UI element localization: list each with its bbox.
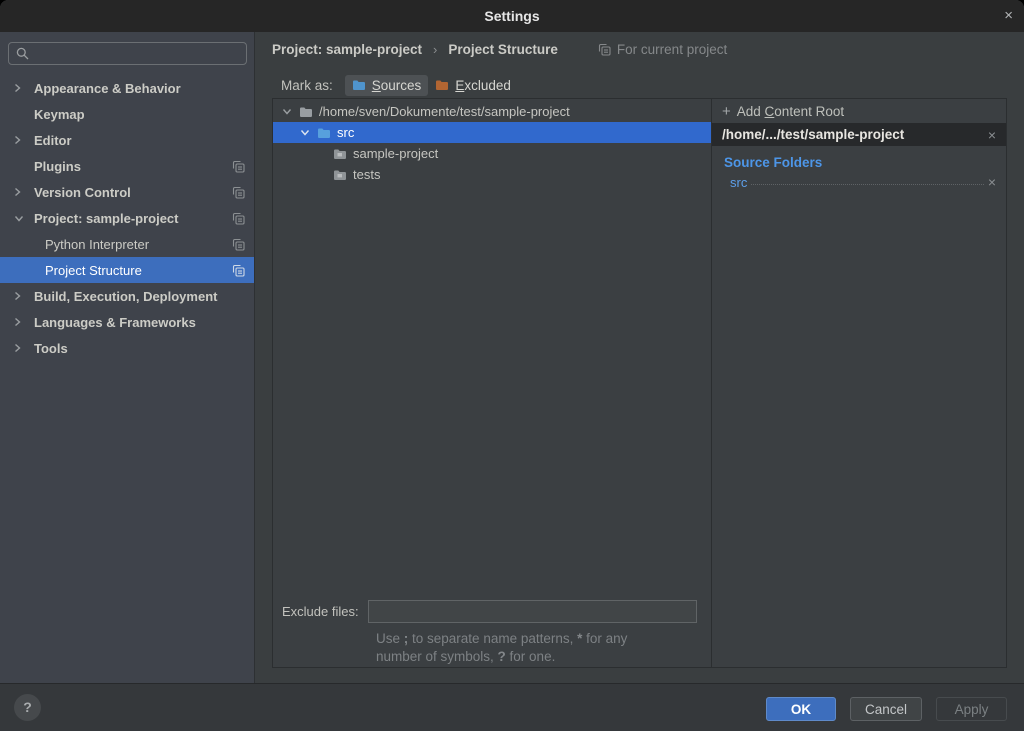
chevron-right-icon[interactable]	[13, 82, 34, 94]
footer-buttons: OK Cancel Apply	[766, 697, 1007, 721]
excluded-folder-icon	[435, 79, 449, 91]
scope-label: For current project	[617, 42, 727, 57]
mark-sources-button[interactable]: Sources	[345, 75, 429, 96]
search-input[interactable]	[35, 45, 239, 62]
current-project-icon	[232, 264, 245, 277]
tree-row-label: /home/sven/Dokumente/test/sample-project	[319, 104, 570, 119]
content-root-path: /home/.../test/sample-project	[722, 127, 904, 142]
breadcrumb-page: Project Structure	[448, 42, 558, 57]
exclude-files-label: Exclude files:	[282, 604, 359, 619]
current-project-icon	[232, 238, 245, 251]
tree-row-label: tests	[353, 167, 380, 182]
chevron-down-icon[interactable]	[13, 214, 34, 223]
apply-button[interactable]: Apply	[936, 697, 1007, 721]
sidebar-item-label: Build, Execution, Deployment	[34, 289, 217, 304]
sidebar-item-tools[interactable]: Tools	[0, 335, 254, 361]
search-icon	[16, 47, 29, 60]
folder-icon	[333, 169, 347, 181]
sidebar-item-project-sample-project[interactable]: Project: sample-project	[0, 205, 254, 231]
dialog-title: Settings	[0, 0, 1024, 32]
sidebar-item-label: Editor	[34, 133, 72, 148]
chevron-right-icon[interactable]	[13, 290, 34, 302]
tree-row-label: src	[337, 125, 354, 140]
sidebar-item-languages-frameworks[interactable]: Languages & Frameworks	[0, 309, 254, 335]
current-project-icon	[232, 186, 245, 199]
breadcrumb: Project: sample-project › Project Struct…	[272, 36, 727, 62]
scope-indicator: For current project	[598, 42, 727, 57]
tree-row-src-selected[interactable]: src	[273, 122, 711, 143]
folder-icon	[333, 148, 347, 160]
tree-row-label: sample-project	[353, 146, 438, 161]
title-bar: Settings ×	[0, 0, 1024, 32]
remove-content-root-icon[interactable]: ×	[988, 127, 996, 143]
exclude-files-row: Exclude files:	[282, 600, 697, 623]
source-folder-item[interactable]: src ×	[730, 174, 996, 190]
sidebar-item-label: Version Control	[34, 185, 131, 200]
content-root-tree-panel: /home/sven/Dokumente/test/sample-project…	[272, 98, 712, 668]
breadcrumb-project[interactable]: Project: sample-project	[272, 42, 422, 57]
chevron-down-icon[interactable]	[281, 107, 293, 116]
chevron-right-icon[interactable]	[13, 186, 34, 198]
mark-as-label: Mark as:	[281, 78, 333, 93]
sidebar-item-version-control[interactable]: Version Control	[0, 179, 254, 205]
source-folders-heading: Source Folders	[724, 155, 1006, 170]
settings-tree: Appearance & Behavior Keymap Editor Plug…	[0, 75, 254, 361]
question-mark-icon: ?	[23, 699, 32, 715]
source-folder-icon	[317, 127, 331, 139]
chevron-right-icon[interactable]	[13, 316, 34, 328]
cancel-button[interactable]: Cancel	[850, 697, 922, 721]
close-icon[interactable]: ×	[1004, 0, 1013, 31]
sidebar-item-label: Appearance & Behavior	[34, 81, 181, 96]
sidebar-item-label: Project Structure	[45, 263, 142, 278]
folder-icon	[299, 106, 313, 118]
chevron-right-icon[interactable]	[13, 342, 34, 354]
help-button[interactable]: ?	[14, 694, 41, 721]
sidebar-item-label: Languages & Frameworks	[34, 315, 196, 330]
exclude-files-hint: Use ; to separate name patterns, * for a…	[376, 630, 627, 666]
sidebar-item-label: Keymap	[34, 107, 85, 122]
plus-icon: +	[722, 104, 731, 119]
sidebar-item-label: Project: sample-project	[34, 211, 179, 226]
add-content-root-button[interactable]: + Add Content Root	[712, 99, 1006, 123]
file-tree: /home/sven/Dokumente/test/sample-project…	[273, 101, 711, 185]
content-root-item[interactable]: /home/.../test/sample-project ×	[712, 123, 1006, 146]
dotted-leader	[751, 184, 983, 185]
sidebar-item-build-execution-deployment[interactable]: Build, Execution, Deployment	[0, 283, 254, 309]
sidebar-item-label: Plugins	[34, 159, 81, 174]
sidebar-item-appearance-behavior[interactable]: Appearance & Behavior	[0, 75, 254, 101]
current-project-icon	[232, 160, 245, 173]
sidebar-item-plugins[interactable]: Plugins	[0, 153, 254, 179]
sidebar-item-keymap[interactable]: Keymap	[0, 101, 254, 127]
tree-row-tests[interactable]: tests	[273, 164, 711, 185]
tree-row-sample-project[interactable]: sample-project	[273, 143, 711, 164]
sidebar-item-label: Tools	[34, 341, 68, 356]
mark-as-toolbar: Mark as: Sources Excluded	[281, 72, 518, 98]
chevron-right-icon[interactable]	[13, 134, 34, 146]
mark-excluded-button[interactable]: Excluded	[428, 75, 518, 96]
source-folder-icon	[352, 79, 366, 91]
content-roots-panel: + Add Content Root /home/.../test/sample…	[711, 98, 1007, 668]
sidebar-item-project-structure[interactable]: Project Structure	[0, 257, 254, 283]
settings-dialog: Settings × Appearance & Behavior Keymap …	[0, 0, 1024, 731]
sidebar-item-editor[interactable]: Editor	[0, 127, 254, 153]
sidebar-item-python-interpreter[interactable]: Python Interpreter	[0, 231, 254, 257]
breadcrumb-separator-icon: ›	[433, 42, 437, 57]
current-project-icon	[232, 212, 245, 225]
tree-row-content-root[interactable]: /home/sven/Dokumente/test/sample-project	[273, 101, 711, 122]
current-project-icon	[598, 43, 611, 56]
source-folder-name: src	[730, 175, 747, 190]
sidebar-item-label: Python Interpreter	[45, 237, 149, 252]
search-box[interactable]	[8, 42, 247, 65]
dialog-footer: ? OK Cancel Apply	[0, 683, 1024, 731]
chevron-down-icon[interactable]	[299, 128, 311, 137]
ok-button[interactable]: OK	[766, 697, 836, 721]
exclude-files-input[interactable]	[368, 600, 697, 623]
settings-sidebar: Appearance & Behavior Keymap Editor Plug…	[0, 32, 255, 683]
remove-source-folder-icon[interactable]: ×	[988, 174, 996, 190]
